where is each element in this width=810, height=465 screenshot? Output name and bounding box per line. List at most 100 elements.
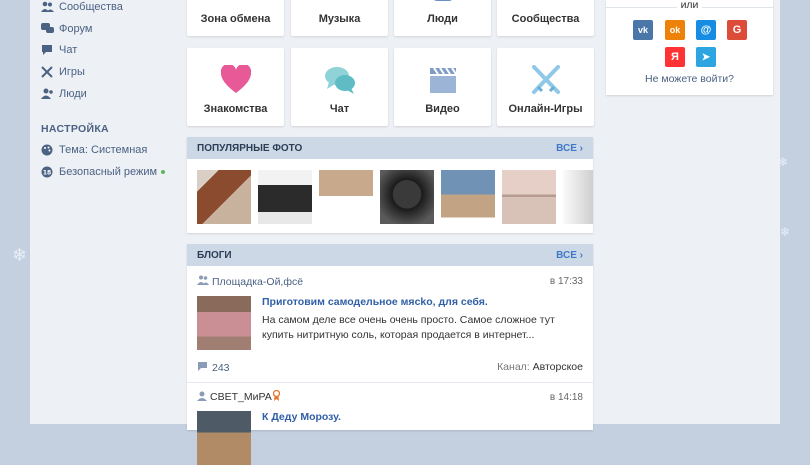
all-label: ВСЕ xyxy=(556,249,577,261)
channel-value[interactable]: Авторское xyxy=(533,361,583,373)
telegram-login-button[interactable]: ➤ xyxy=(696,47,716,67)
chat-icon xyxy=(40,43,54,57)
sidebar-item-games[interactable]: Игры xyxy=(40,63,85,81)
tile-label: Зона обмена xyxy=(200,13,271,25)
forum-icon xyxy=(40,22,54,36)
blogs-all-link[interactable]: ВСЕ › xyxy=(556,250,583,261)
clapperboard-icon xyxy=(429,67,457,93)
photo-thumbnail[interactable] xyxy=(502,170,556,224)
crossed-swords-icon xyxy=(531,65,560,94)
tile-label: Музыка xyxy=(318,13,361,25)
page-frame: Сообщества Форум Чат Игры Люди НАСТРОЙКА… xyxy=(30,0,780,465)
photo-thumbnail[interactable] xyxy=(441,170,495,224)
people-icon xyxy=(432,0,454,1)
snowflake-icon: ❄ xyxy=(12,245,28,266)
sidebar-item-communities[interactable]: Сообщества xyxy=(40,0,123,16)
svg-text:18: 18 xyxy=(43,170,51,177)
tile-music[interactable]: Музыка xyxy=(291,0,388,36)
author-name: Площадка-Ой,фсё xyxy=(212,275,304,288)
popular-photos-all-link[interactable]: ВСЕ › xyxy=(556,143,583,154)
sidebar-item-label: Игры xyxy=(59,66,85,78)
sidebar-item-forum[interactable]: Форум xyxy=(40,20,92,38)
login-panel: или vk ok @ G Я ➤ Не можете войти? xyxy=(606,0,773,95)
blog-author[interactable]: СВЕТ_МиРА xyxy=(197,389,280,404)
panel-title: ПОПУЛЯРНЫЕ ФОТО xyxy=(197,142,303,154)
blog-author[interactable]: Площадка-Ой,фсё xyxy=(197,275,303,288)
photo-thumbnail[interactable] xyxy=(197,170,251,224)
sidebar-item-theme[interactable]: Тема: Системная xyxy=(40,141,147,159)
google-icon: G xyxy=(732,24,742,36)
settings-heading: НАСТРОЙКА xyxy=(41,123,109,135)
sidebar: Сообщества Форум Чат Игры Люди НАСТРОЙКА… xyxy=(30,0,180,424)
comments-count[interactable]: 243 xyxy=(197,361,230,374)
blog-time: в 17:33 xyxy=(549,276,583,287)
panel-header: БЛОГИ ВСЕ › xyxy=(187,244,593,266)
people-icon xyxy=(40,87,54,101)
heart-icon xyxy=(220,65,251,93)
sidebar-item-label: Тема: Системная xyxy=(59,144,148,156)
blog-title[interactable]: Приготовим самодельное мясko, для себя. xyxy=(262,296,488,308)
tile-label: Онлайн-Игры xyxy=(508,103,583,115)
community-icon xyxy=(40,0,54,14)
snowflake-icon: ❄ xyxy=(780,225,791,239)
yandex-icon: Я xyxy=(671,51,679,63)
tile-label: Люди xyxy=(427,13,458,25)
divider xyxy=(187,382,593,383)
tile-communities[interactable]: Сообщества xyxy=(497,0,594,36)
blog-time: в 14:18 xyxy=(549,392,583,403)
tile-label: Знакомства xyxy=(203,103,268,115)
channel-label: Канал: xyxy=(497,361,530,373)
tile-label: Чат xyxy=(329,103,350,115)
user-icon xyxy=(197,391,207,404)
author-name: СВЕТ_МиРА xyxy=(210,391,272,403)
yandex-login-button[interactable]: Я xyxy=(665,47,685,67)
all-label: ВСЕ xyxy=(556,142,577,154)
sidebar-item-label: Чат xyxy=(59,44,78,56)
tile-chat[interactable]: Чат xyxy=(291,48,388,126)
chevron-right-icon: › xyxy=(579,142,583,154)
photo-thumbnail[interactable] xyxy=(319,170,373,224)
odnoklassniki-icon: ok xyxy=(669,25,681,35)
vk-login-button[interactable]: vk xyxy=(633,20,653,40)
photo-thumbnail[interactable] xyxy=(380,170,434,224)
tile-exchange[interactable]: Зона обмена xyxy=(187,0,284,36)
blogs-panel: БЛОГИ ВСЕ › Площадка-Ой,фсё в 17:33 Приг… xyxy=(187,244,593,465)
comments-number: 243 xyxy=(212,361,230,374)
or-label: или xyxy=(676,0,703,11)
popular-photos-panel: ПОПУЛЯРНЫЕ ФОТО ВСЕ › xyxy=(187,137,593,233)
sidebar-item-safe-mode[interactable]: 18 Безопасный режим xyxy=(40,163,157,181)
sidebar-item-label: Форум xyxy=(59,23,93,35)
google-login-button[interactable]: G xyxy=(727,20,747,40)
tile-dating[interactable]: Знакомства xyxy=(187,48,284,126)
blog-channel: Канал: Авторское xyxy=(497,361,583,373)
vk-icon: vk xyxy=(637,25,648,35)
mail-login-button[interactable]: @ xyxy=(696,20,716,40)
tile-label: Видео xyxy=(425,103,460,115)
cant-login-link[interactable]: Не можете войти? xyxy=(606,73,773,85)
chat-bubbles-icon xyxy=(324,67,355,94)
sidebar-item-label: Люди xyxy=(59,88,87,100)
tile-people[interactable]: Люди xyxy=(394,0,491,36)
tile-online-games[interactable]: Онлайн-Игры xyxy=(497,48,594,126)
panel-title: БЛОГИ xyxy=(197,249,232,261)
games-icon xyxy=(40,65,54,79)
blog-thumbnail[interactable] xyxy=(197,296,251,350)
tile-video[interactable]: Видео xyxy=(394,48,491,126)
palette-icon xyxy=(40,143,54,157)
blog-title[interactable]: К Деду Морозу. xyxy=(262,411,341,423)
blog-excerpt: На самом деле все очень очень просто. Са… xyxy=(262,314,555,341)
tile-label: Сообщества xyxy=(511,13,580,25)
comment-icon xyxy=(197,361,208,374)
sidebar-item-chat[interactable]: Чат xyxy=(40,41,77,59)
blog-thumbnail[interactable] xyxy=(197,411,251,465)
sidebar-item-label: Сообщества xyxy=(59,1,123,13)
status-dot xyxy=(161,170,165,174)
award-badge-icon xyxy=(272,389,280,404)
ok-login-button[interactable]: ok xyxy=(665,20,685,40)
photo-thumbnail[interactable] xyxy=(563,170,593,224)
panel-header: ПОПУЛЯРНЫЕ ФОТО ВСЕ › xyxy=(187,137,593,159)
sidebar-item-people[interactable]: Люди xyxy=(40,85,87,103)
mail-ru-icon: @ xyxy=(700,24,712,36)
safe-mode-icon: 18 xyxy=(40,165,54,179)
photo-thumbnail[interactable] xyxy=(258,170,312,224)
